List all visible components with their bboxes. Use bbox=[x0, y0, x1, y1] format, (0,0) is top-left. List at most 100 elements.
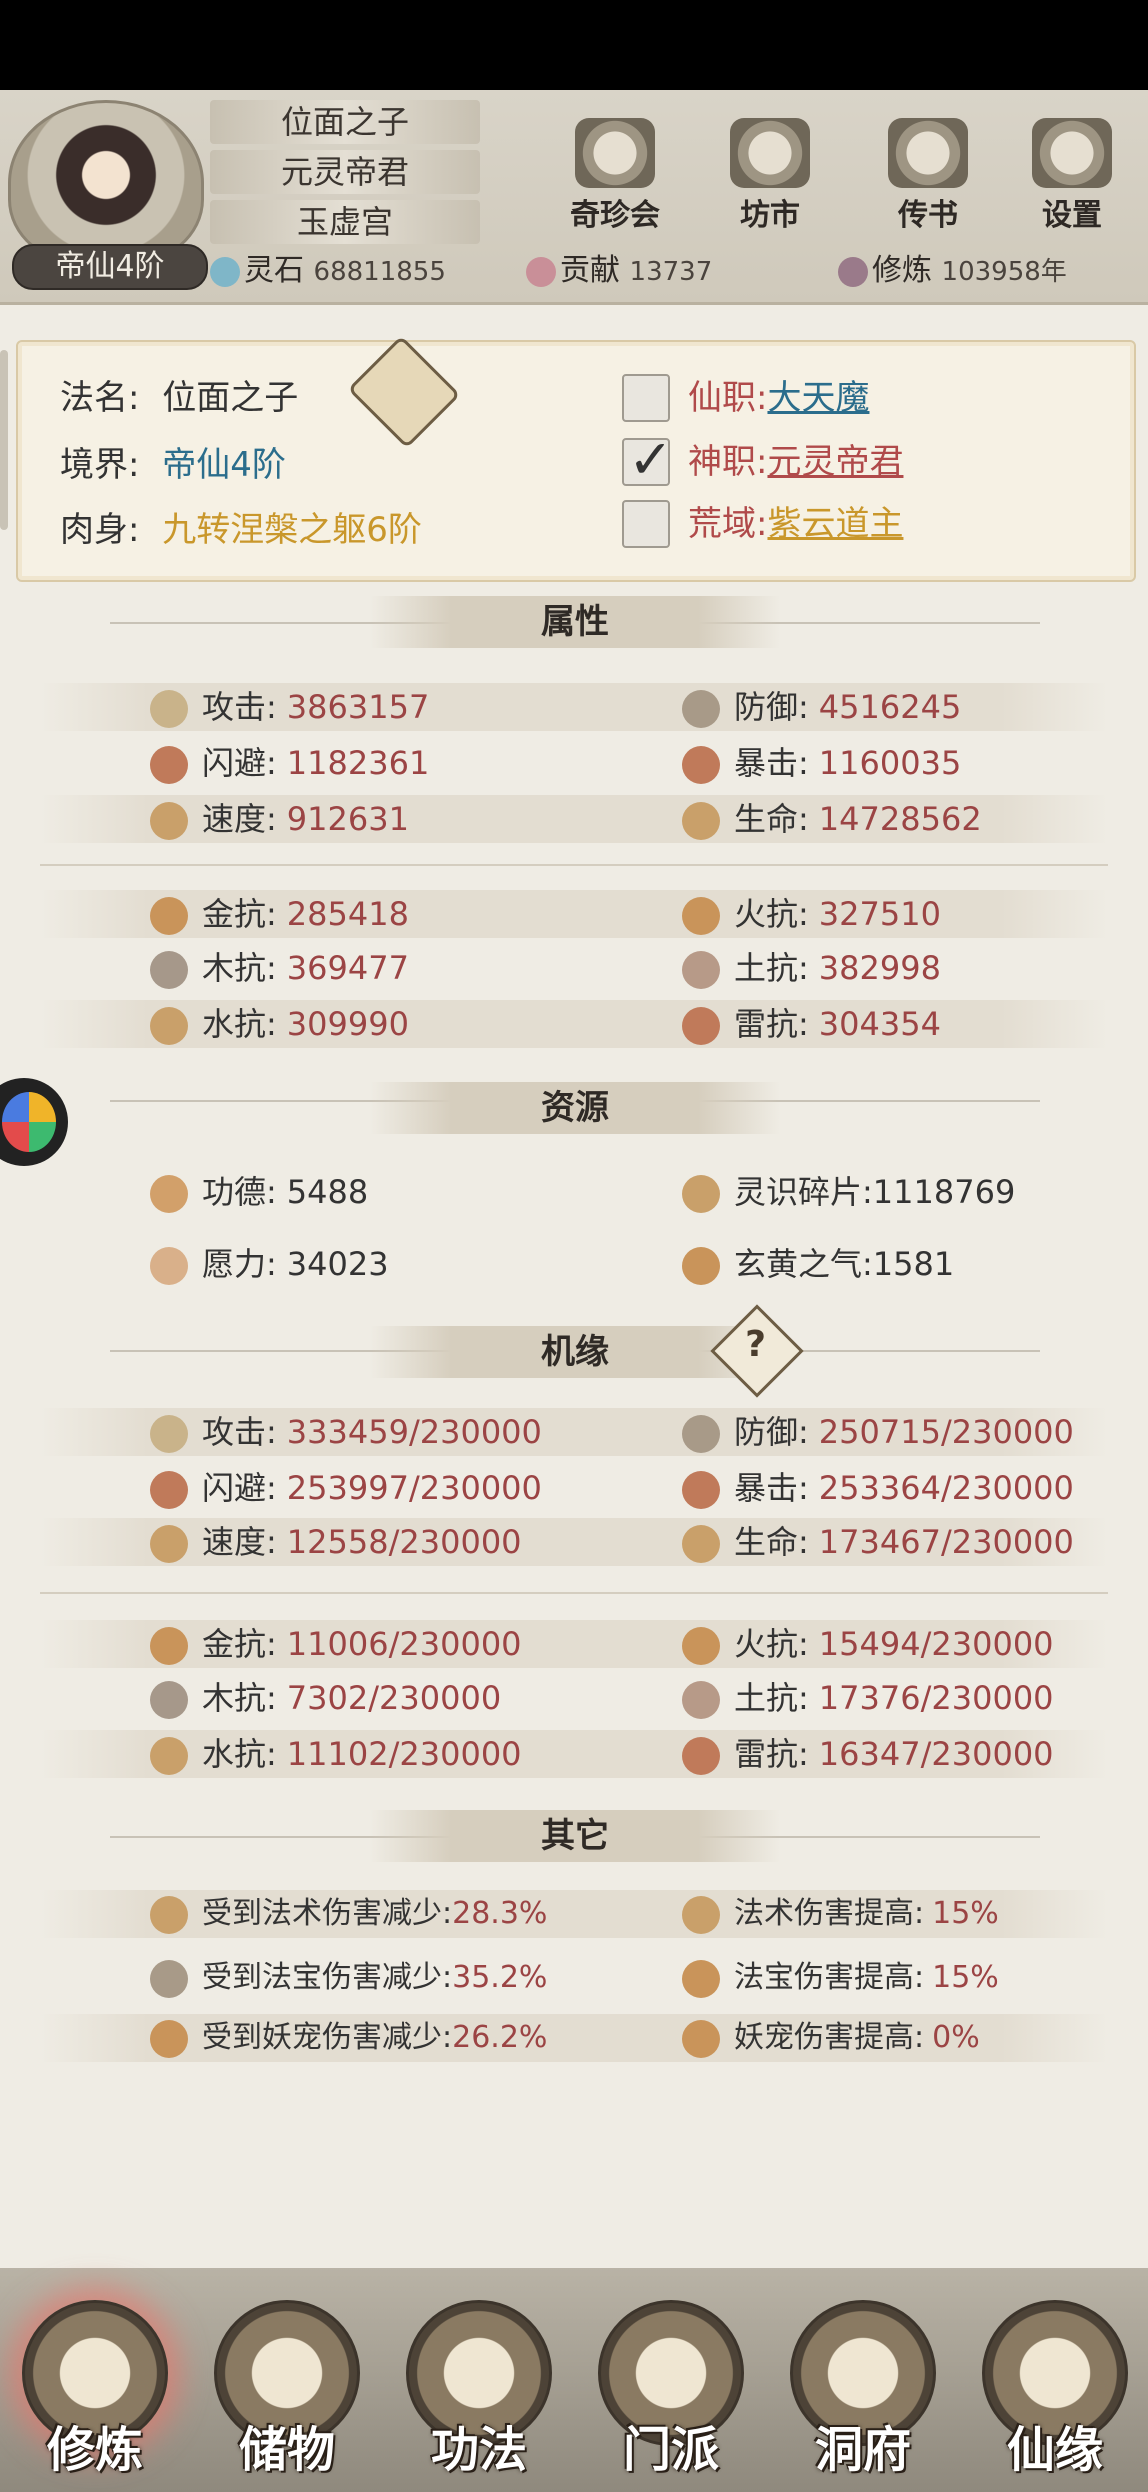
stat-value: 173467/230000 bbox=[818, 1523, 1074, 1561]
stat-label: 土抗: bbox=[734, 949, 809, 987]
divine-post-checkbox[interactable]: ✓ bbox=[622, 428, 673, 491]
divine-post-label: 神职: bbox=[688, 442, 768, 482]
checkmark-icon: ✓ bbox=[628, 428, 674, 491]
resource-spirit-stone: 灵石 68811855 bbox=[210, 250, 446, 292]
fire-icon bbox=[682, 897, 720, 935]
speed-icon bbox=[150, 1525, 188, 1563]
character-name-plaque: 位面之子 bbox=[210, 100, 480, 144]
stat-label: 灵识碎片: bbox=[734, 1173, 873, 1211]
market-icon bbox=[730, 118, 810, 188]
immortal-post-checkbox[interactable] bbox=[622, 374, 670, 422]
avatar[interactable] bbox=[8, 100, 204, 266]
defense-icon bbox=[682, 690, 720, 728]
treasure-pavilion-label: 奇珍会 bbox=[570, 198, 660, 233]
resource-contribution: 贡献 13737 bbox=[526, 250, 712, 292]
thunder-resistance-stat: 雷抗: 304354 bbox=[682, 1000, 941, 1048]
resource-label: 贡献 bbox=[560, 253, 620, 288]
stat-label: 水抗: bbox=[202, 1005, 277, 1043]
letters-button[interactable]: 传书 bbox=[868, 118, 988, 233]
artifact-damage-reduction-stat: 受到法宝伤害减少:35.2% bbox=[150, 1954, 547, 2002]
stat-value: 28.3% bbox=[452, 1896, 548, 1931]
divider bbox=[40, 864, 1108, 866]
rank-badge: 帝仙4阶 bbox=[12, 244, 208, 290]
stat-value: 1118769 bbox=[872, 1173, 1016, 1211]
water-icon bbox=[150, 1737, 188, 1775]
stat-value: 17376/230000 bbox=[818, 1679, 1054, 1717]
settings-button[interactable]: 设置 bbox=[1012, 118, 1132, 233]
nav-cave[interactable]: 洞府 bbox=[778, 2300, 948, 2490]
assistant-icon bbox=[2, 1092, 56, 1152]
dodge-stat: 闪避: 1182361 bbox=[150, 739, 429, 787]
treasure-pavilion-button[interactable]: 奇珍会 bbox=[555, 118, 675, 233]
stat-label: 暴击: bbox=[734, 744, 809, 782]
crit-icon bbox=[682, 1471, 720, 1509]
nav-sect[interactable]: 门派 bbox=[586, 2300, 756, 2490]
wild-domain-label: 荒域: bbox=[688, 504, 768, 544]
realm-row: 境界: 帝仙4阶 bbox=[60, 437, 286, 486]
stat-value: 11102/230000 bbox=[286, 1735, 522, 1773]
stat-label: 防御: bbox=[734, 688, 809, 726]
stat-label: 水抗: bbox=[202, 1735, 277, 1773]
realm-value: 帝仙4阶 bbox=[162, 445, 286, 485]
stat-value: 382998 bbox=[818, 949, 941, 987]
thunder-icon bbox=[682, 1737, 720, 1775]
side-edge-handle[interactable] bbox=[0, 350, 8, 530]
life-icon bbox=[682, 1525, 720, 1563]
metal-resistance-stat: 金抗: 285418 bbox=[150, 890, 409, 938]
nav-label: 洞府 bbox=[814, 2422, 911, 2478]
fortune-life-stat: 生命: 173467/230000 bbox=[682, 1518, 1074, 1566]
pet-damage-reduction-stat: 受到妖宠伤害减少:26.2% bbox=[150, 2014, 547, 2062]
stat-value: 34023 bbox=[286, 1245, 389, 1283]
dodge-icon bbox=[150, 1471, 188, 1509]
stat-label: 雷抗: bbox=[734, 1005, 809, 1043]
nav-fate[interactable]: 仙缘 bbox=[970, 2300, 1140, 2490]
stat-value: 912631 bbox=[286, 800, 409, 838]
stat-label: 土抗: bbox=[734, 1679, 809, 1717]
help-icon[interactable]: ? bbox=[710, 1304, 804, 1398]
stat-label: 速度: bbox=[202, 800, 277, 838]
stat-value: 304354 bbox=[818, 1005, 941, 1043]
stat-label: 攻击: bbox=[202, 688, 277, 726]
stat-label: 受到妖宠伤害减少: bbox=[202, 2020, 453, 2055]
stat-label: 愿力: bbox=[202, 1245, 277, 1283]
divine-post-value[interactable]: 元灵帝君 bbox=[767, 442, 903, 482]
gear-icon bbox=[1032, 118, 1112, 188]
artifact-icon bbox=[150, 1959, 188, 1998]
metal-icon bbox=[150, 1627, 188, 1665]
stat-label: 生命: bbox=[734, 800, 809, 838]
fortune-water-resistance-stat: 水抗: 11102/230000 bbox=[150, 1730, 522, 1778]
attack-icon bbox=[150, 1415, 188, 1453]
market-button[interactable]: 坊市 bbox=[710, 118, 830, 233]
pet-icon bbox=[150, 2019, 188, 2058]
nav-techniques[interactable]: 功法 bbox=[394, 2300, 564, 2490]
artifact-icon bbox=[682, 1959, 720, 1998]
stat-value: 309990 bbox=[286, 1005, 409, 1043]
title-plaque: 元灵帝君 bbox=[210, 150, 480, 194]
other-section-title: 其它 bbox=[370, 1810, 780, 1862]
thunder-icon bbox=[682, 1007, 720, 1045]
stat-label: 受到法宝伤害减少: bbox=[202, 1960, 453, 1995]
wild-domain-value[interactable]: 紫云道主 bbox=[767, 504, 903, 544]
nav-cultivate[interactable]: 修炼 bbox=[10, 2300, 180, 2490]
speed-icon bbox=[150, 802, 188, 840]
floating-assistant-button[interactable] bbox=[0, 1078, 68, 1166]
immortal-post-value[interactable]: 大天魔 bbox=[767, 378, 869, 418]
stat-value: 4516245 bbox=[818, 688, 962, 726]
spell-damage-reduction-stat: 受到法术伤害减少:28.3% bbox=[150, 1890, 547, 1938]
wild-domain: 荒域:紫云道主 bbox=[688, 496, 903, 545]
wood-icon bbox=[150, 1681, 188, 1719]
nav-label: 功法 bbox=[430, 2422, 527, 2478]
water-resistance-stat: 水抗: 309990 bbox=[150, 1000, 409, 1048]
resource-value: 13737 bbox=[629, 257, 713, 287]
nav-storage[interactable]: 储物 bbox=[202, 2300, 372, 2490]
wild-domain-checkbox[interactable] bbox=[622, 500, 670, 548]
spirit-shard-icon bbox=[682, 1175, 720, 1213]
stat-label: 金抗: bbox=[202, 895, 277, 933]
market-label: 坊市 bbox=[740, 198, 800, 233]
dodge-icon bbox=[150, 746, 188, 784]
stat-value: 369477 bbox=[286, 949, 409, 987]
treasure-pavilion-icon bbox=[575, 118, 655, 188]
settings-label: 设置 bbox=[1042, 198, 1102, 233]
fortune-fire-resistance-stat: 火抗: 15494/230000 bbox=[682, 1620, 1054, 1668]
fortune-metal-resistance-stat: 金抗: 11006/230000 bbox=[150, 1620, 522, 1668]
